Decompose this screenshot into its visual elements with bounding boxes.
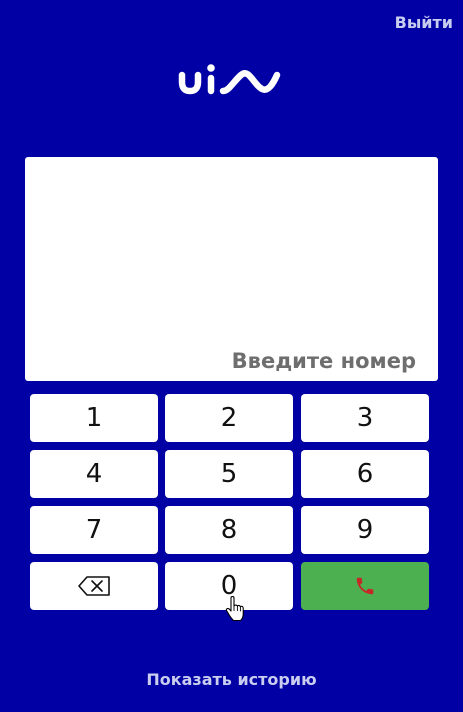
key-8[interactable]: 8 bbox=[165, 506, 293, 554]
call-button[interactable] bbox=[301, 562, 429, 610]
key-4[interactable]: 4 bbox=[30, 450, 158, 498]
key-1[interactable]: 1 bbox=[30, 394, 158, 442]
phone-number-display[interactable]: Введите номер bbox=[25, 157, 438, 381]
show-history-link[interactable]: Показать историю bbox=[0, 670, 463, 689]
backspace-button[interactable] bbox=[30, 562, 158, 610]
key-5[interactable]: 5 bbox=[165, 450, 293, 498]
uis-logo bbox=[178, 64, 281, 95]
phone-icon bbox=[356, 577, 374, 595]
key-7[interactable]: 7 bbox=[30, 506, 158, 554]
key-2[interactable]: 2 bbox=[165, 394, 293, 442]
key-3[interactable]: 3 bbox=[301, 394, 429, 442]
key-9[interactable]: 9 bbox=[301, 506, 429, 554]
hand-cursor-icon bbox=[225, 596, 244, 622]
key-6[interactable]: 6 bbox=[301, 450, 429, 498]
backspace-icon bbox=[78, 576, 110, 596]
logout-button[interactable]: Выйти bbox=[395, 13, 453, 32]
phone-number-placeholder: Введите номер bbox=[231, 349, 416, 373]
